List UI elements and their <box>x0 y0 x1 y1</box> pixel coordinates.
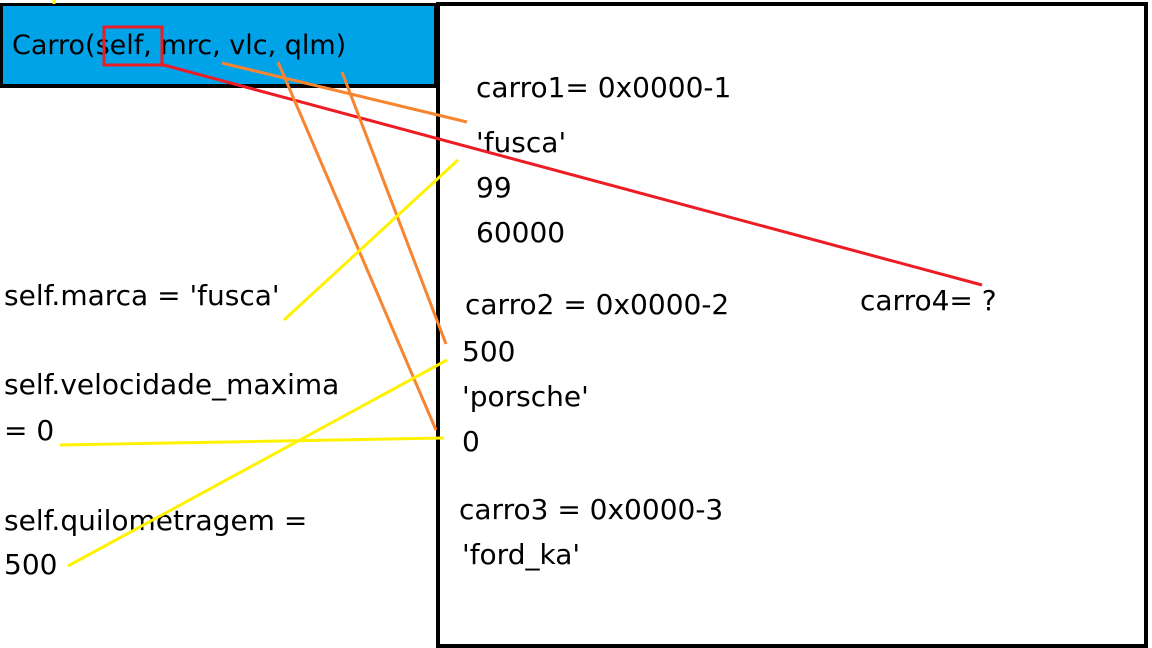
qlm-line <box>340 71 448 345</box>
carro2-label: carro2 = 0x0000-2 <box>465 288 730 321</box>
carro3-value-marca: 'ford_ka' <box>462 538 581 571</box>
carro3-label: carro3 = 0x0000-3 <box>459 493 724 526</box>
assignment-marca: self.marca = 'fusca' <box>4 279 280 312</box>
carro4-label: carro4= ? <box>860 284 997 317</box>
assignment-quilometragem-line1: self.quilometragem = <box>4 504 308 537</box>
carro2-value-marca: 'porsche' <box>462 380 589 413</box>
assignment-quilometragem-line2: 500 <box>4 548 58 581</box>
carro1-value-quilometragem: 60000 <box>476 216 566 249</box>
carro2-value-velocidade: 0 <box>462 425 480 458</box>
constructor-signature: Carro(self, mrc, vlc, qlm) <box>12 30 347 61</box>
carro2-value-quilometragem: 500 <box>462 335 516 368</box>
carro1-value-marca: 'fusca' <box>476 126 567 159</box>
assignment-velocidade-line2: = 0 <box>4 414 55 447</box>
marca-assignment-line <box>282 158 460 322</box>
carro1-label: carro1= 0x0000-1 <box>476 71 732 104</box>
carro1-value-velocidade: 99 <box>476 171 512 204</box>
assignment-velocidade-line1: self.velocidade_maxima <box>4 368 340 401</box>
velocidade-assignment-line <box>59 436 445 447</box>
